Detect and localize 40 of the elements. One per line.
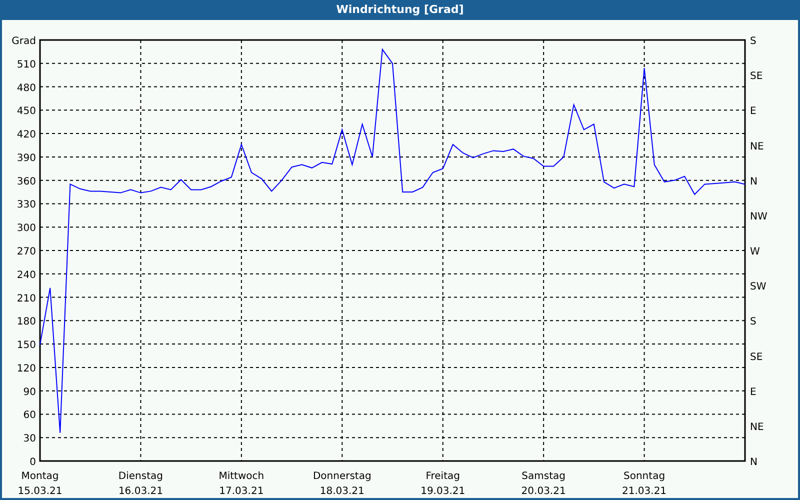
compass-label: NE (750, 141, 764, 152)
y-tick-label: 0 (30, 457, 36, 468)
y-tick-label: 480 (16, 82, 36, 94)
compass-label: E (750, 386, 756, 398)
y-tick-label: 30 (23, 434, 36, 445)
x-tick-label: Samstag 20.03.21 (521, 471, 566, 497)
compass-label: W (750, 246, 760, 258)
y-tick-label: 90 (23, 386, 36, 398)
compass-label: SW (750, 282, 766, 293)
compass-label: SE (750, 352, 763, 363)
window-title: Windrichtung [Grad] (335, 2, 465, 18)
y-tick-label: 270 (16, 246, 36, 258)
y-tick-label: 450 (16, 106, 36, 118)
compass-label: N (750, 176, 758, 188)
y-tick-label: 60 (23, 410, 36, 422)
x-tick-label: Montag 15.03.21 (18, 471, 62, 497)
y-tick-label: 150 (16, 340, 36, 352)
compass-label: S (750, 36, 756, 47)
y-tick-label: 210 (16, 293, 36, 304)
compass-label: S (750, 316, 756, 328)
x-tick-label: Dienstag 16.03.21 (118, 471, 163, 497)
y-tick-label: 510 (16, 59, 36, 70)
compass-label: NE (750, 422, 764, 433)
x-tick-label: Mittwoch 17.03.21 (218, 471, 264, 497)
y-tick-label: 360 (16, 176, 36, 188)
compass-label: N (750, 457, 758, 468)
y-tick-label: 420 (16, 130, 36, 141)
x-tick-label: Freitag 19.03.21 (420, 471, 466, 497)
y-tick-label: 300 (16, 223, 36, 234)
y-tick-label: 180 (16, 316, 36, 328)
y-tick-label: 390 (16, 152, 36, 164)
compass-label: E (750, 106, 756, 118)
x-tick-label: Sonntag 21.03.21 (622, 471, 667, 497)
y-axis-label: Grad (12, 36, 36, 47)
y-tick-label: 330 (16, 200, 36, 211)
x-tick-label: Donnerstag 18.03.21 (312, 471, 372, 497)
y-tick-label: 240 (16, 270, 36, 281)
y-tick-label: 120 (16, 363, 36, 374)
compass-label: NW (750, 211, 768, 222)
compass-label: SE (750, 71, 763, 82)
